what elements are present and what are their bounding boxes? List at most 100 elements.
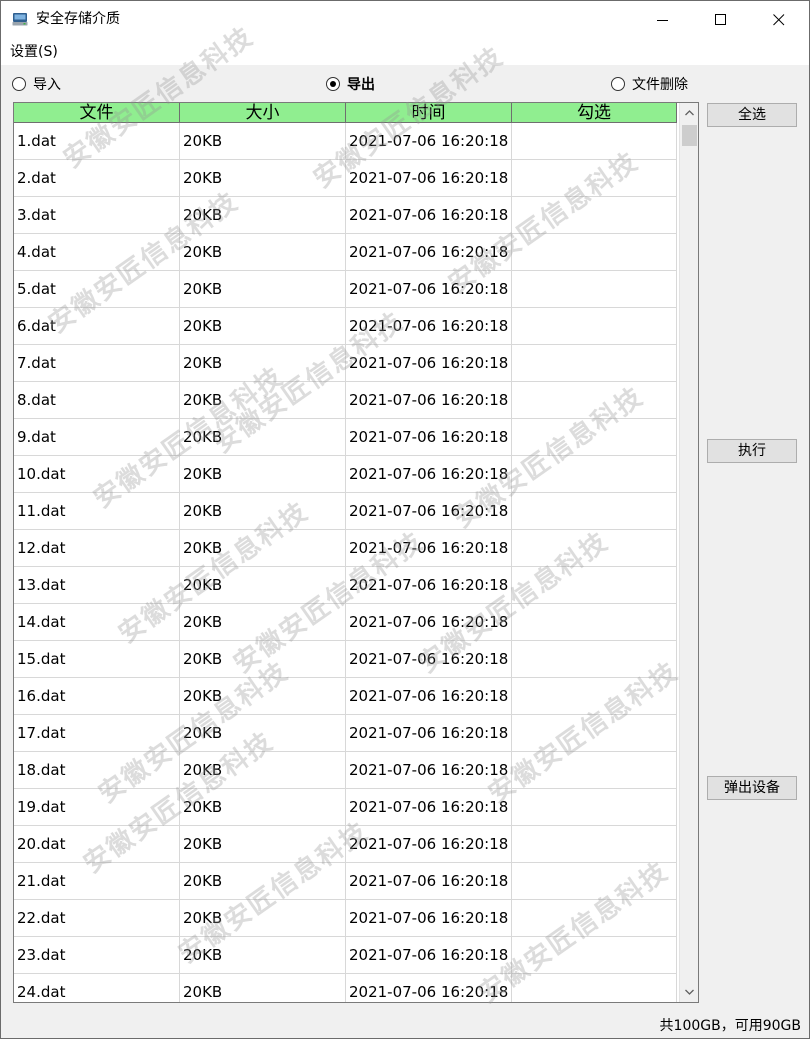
table-row[interactable]: 24.dat 20KB 2021-07-06 16:20:18 [14, 974, 677, 1002]
file-size-cell: 20KB [180, 826, 346, 863]
table-row[interactable]: 8.dat 20KB 2021-07-06 16:20:18 [14, 382, 677, 419]
table-row[interactable]: 9.dat 20KB 2021-07-06 16:20:18 [14, 419, 677, 456]
file-check-cell[interactable] [512, 678, 677, 715]
file-name-cell: 23.dat [14, 937, 180, 974]
file-time-cell: 2021-07-06 16:20:18 [346, 937, 512, 974]
file-time-cell: 2021-07-06 16:20:18 [346, 234, 512, 271]
menu-settings[interactable]: 设置(S) [10, 43, 58, 61]
file-check-cell[interactable] [512, 123, 677, 160]
radio-delete[interactable]: 文件删除 [611, 74, 688, 94]
close-button[interactable] [750, 1, 808, 39]
table-row[interactable]: 13.dat 20KB 2021-07-06 16:20:18 [14, 567, 677, 604]
maximize-button[interactable] [692, 1, 750, 39]
file-check-cell[interactable] [512, 937, 677, 974]
scroll-thumb[interactable] [682, 125, 697, 146]
table-row[interactable]: 3.dat 20KB 2021-07-06 16:20:18 [14, 197, 677, 234]
file-time-cell: 2021-07-06 16:20:18 [346, 382, 512, 419]
file-time-cell: 2021-07-06 16:20:18 [346, 826, 512, 863]
file-check-cell[interactable] [512, 974, 677, 1002]
table-row[interactable]: 20.dat 20KB 2021-07-06 16:20:18 [14, 826, 677, 863]
file-check-cell[interactable] [512, 604, 677, 641]
column-header-file[interactable]: 文件 [14, 103, 180, 123]
table-row[interactable]: 23.dat 20KB 2021-07-06 16:20:18 [14, 937, 677, 974]
file-check-cell[interactable] [512, 160, 677, 197]
table-row[interactable]: 22.dat 20KB 2021-07-06 16:20:18 [14, 900, 677, 937]
table-row[interactable]: 7.dat 20KB 2021-07-06 16:20:18 [14, 345, 677, 382]
title-bar[interactable]: 安全存储介质 [1, 1, 809, 39]
radio-import[interactable]: 导入 [12, 74, 61, 94]
table-row[interactable]: 2.dat 20KB 2021-07-06 16:20:18 [14, 160, 677, 197]
file-table[interactable]: 文件 大小 时间 勾选 1.dat 20KB 2021-07-06 16:20:18… [13, 102, 699, 1003]
column-header-check[interactable]: 勾选 [512, 103, 677, 123]
maximize-icon [715, 14, 726, 25]
table-row[interactable]: 16.dat 20KB 2021-07-06 16:20:18 [14, 678, 677, 715]
file-check-cell[interactable] [512, 382, 677, 419]
file-check-cell[interactable] [512, 789, 677, 826]
table-row[interactable]: 17.dat 20KB 2021-07-06 16:20:18 [14, 715, 677, 752]
minimize-button[interactable] [634, 1, 692, 39]
file-time-cell: 2021-07-06 16:20:18 [346, 271, 512, 308]
scroll-down-button[interactable] [680, 982, 698, 1002]
vertical-scrollbar[interactable] [679, 103, 698, 1002]
file-size-cell: 20KB [180, 345, 346, 382]
eject-device-button[interactable]: 弹出设备 [707, 776, 797, 800]
table-row[interactable]: 10.dat 20KB 2021-07-06 16:20:18 [14, 456, 677, 493]
file-check-cell[interactable] [512, 863, 677, 900]
table-row[interactable]: 15.dat 20KB 2021-07-06 16:20:18 [14, 641, 677, 678]
table-row[interactable]: 14.dat 20KB 2021-07-06 16:20:18 [14, 604, 677, 641]
file-size-cell: 20KB [180, 789, 346, 826]
file-check-cell[interactable] [512, 752, 677, 789]
table-row[interactable]: 18.dat 20KB 2021-07-06 16:20:18 [14, 752, 677, 789]
table-row[interactable]: 6.dat 20KB 2021-07-06 16:20:18 [14, 308, 677, 345]
column-header-size[interactable]: 大小 [180, 103, 346, 123]
window-title: 安全存储介质 [36, 11, 120, 27]
file-check-cell[interactable] [512, 271, 677, 308]
file-size-cell: 20KB [180, 567, 346, 604]
table-row[interactable]: 4.dat 20KB 2021-07-06 16:20:18 [14, 234, 677, 271]
file-check-cell[interactable] [512, 493, 677, 530]
file-check-cell[interactable] [512, 456, 677, 493]
file-check-cell[interactable] [512, 900, 677, 937]
file-check-cell[interactable] [512, 197, 677, 234]
file-check-cell[interactable] [512, 345, 677, 382]
file-check-cell[interactable] [512, 234, 677, 271]
execute-button[interactable]: 执行 [707, 439, 797, 463]
file-time-cell: 2021-07-06 16:20:18 [346, 974, 512, 1002]
file-name-cell: 9.dat [14, 419, 180, 456]
menu-bar: 设置(S) [1, 39, 809, 65]
file-check-cell[interactable] [512, 419, 677, 456]
file-check-cell[interactable] [512, 567, 677, 604]
table-row[interactable]: 5.dat 20KB 2021-07-06 16:20:18 [14, 271, 677, 308]
file-check-cell[interactable] [512, 641, 677, 678]
radio-export-indicator[interactable] [326, 77, 340, 91]
file-check-cell[interactable] [512, 308, 677, 345]
file-name-cell: 15.dat [14, 641, 180, 678]
file-time-cell: 2021-07-06 16:20:18 [346, 789, 512, 826]
file-size-cell: 20KB [180, 715, 346, 752]
file-time-cell: 2021-07-06 16:20:18 [346, 419, 512, 456]
file-time-cell: 2021-07-06 16:20:18 [346, 345, 512, 382]
radio-export[interactable]: 导出 [326, 74, 375, 94]
file-time-cell: 2021-07-06 16:20:18 [346, 197, 512, 234]
file-check-cell[interactable] [512, 530, 677, 567]
table-row[interactable]: 19.dat 20KB 2021-07-06 16:20:18 [14, 789, 677, 826]
file-name-cell: 3.dat [14, 197, 180, 234]
file-time-cell: 2021-07-06 16:20:18 [346, 678, 512, 715]
table-row[interactable]: 21.dat 20KB 2021-07-06 16:20:18 [14, 863, 677, 900]
table-row[interactable]: 1.dat 20KB 2021-07-06 16:20:18 [14, 123, 677, 160]
select-all-button[interactable]: 全选 [707, 103, 797, 127]
file-name-cell: 17.dat [14, 715, 180, 752]
radio-import-indicator[interactable] [12, 77, 26, 91]
scroll-up-button[interactable] [680, 103, 698, 123]
table-header: 文件 大小 时间 勾选 [14, 103, 677, 123]
file-check-cell[interactable] [512, 826, 677, 863]
file-check-cell[interactable] [512, 715, 677, 752]
radio-delete-indicator[interactable] [611, 77, 625, 91]
file-size-cell: 20KB [180, 234, 346, 271]
file-time-cell: 2021-07-06 16:20:18 [346, 641, 512, 678]
table-row[interactable]: 11.dat 20KB 2021-07-06 16:20:18 [14, 493, 677, 530]
file-name-cell: 2.dat [14, 160, 180, 197]
file-time-cell: 2021-07-06 16:20:18 [346, 715, 512, 752]
table-row[interactable]: 12.dat 20KB 2021-07-06 16:20:18 [14, 530, 677, 567]
column-header-time[interactable]: 时间 [346, 103, 512, 123]
